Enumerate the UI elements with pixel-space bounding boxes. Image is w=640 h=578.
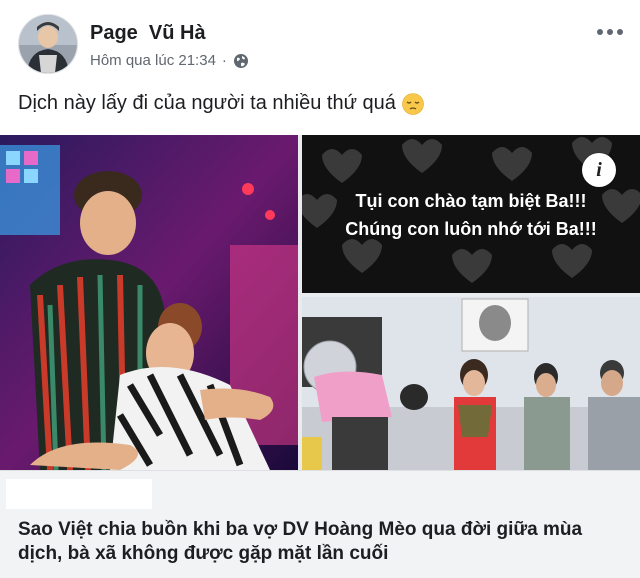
post-message: Dịch này lấy đi của người ta nhiều thứ q… <box>18 92 396 114</box>
link-preview[interactable]: Sao Việt chia buồn khi ba vợ DV Hoàng Mè… <box>0 470 640 578</box>
photo-couple-hug[interactable] <box>0 135 298 470</box>
timestamp[interactable]: Hôm qua lúc 21:34 <box>90 52 216 69</box>
caption-line-2: Chúng con luôn nhớ tới Ba!!! <box>345 219 597 239</box>
page-name[interactable]: Page Vũ Hà <box>90 22 206 45</box>
post-meta: Hôm qua lúc 21:34 · <box>90 52 249 69</box>
photo-family-mourning[interactable] <box>302 297 640 470</box>
post-text: Dịch này lấy đi của người ta nhiều thứ q… <box>18 92 424 115</box>
more-dots-icon[interactable] <box>596 26 624 38</box>
meta-separator: · <box>221 52 227 69</box>
info-icon: i <box>596 158 602 181</box>
pensive-face-emoji <box>402 92 424 115</box>
post-header: Page Vũ Hà Hôm qua lúc 21:34 · <box>0 0 640 80</box>
info-button[interactable]: i <box>582 153 616 187</box>
link-source-placeholder <box>6 479 152 509</box>
globe-icon[interactable] <box>233 53 249 69</box>
media-grid[interactable]: Tụi con chào tạm biệt Ba!!! Chúng con lu… <box>0 135 640 470</box>
avatar-image <box>19 15 77 73</box>
avatar[interactable] <box>18 14 78 74</box>
link-title[interactable]: Sao Việt chia buồn khi ba vợ DV Hoàng Mè… <box>18 518 618 566</box>
caption-line-1: Tụi con chào tạm biệt Ba!!! <box>355 191 587 211</box>
